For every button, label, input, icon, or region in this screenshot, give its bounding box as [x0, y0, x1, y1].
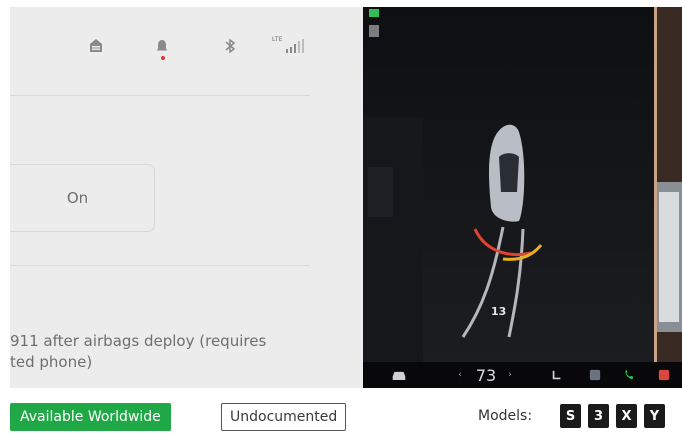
camera-scene: [363, 7, 682, 362]
settings-panel: LTE On 911 after airbags deploy (require…: [10, 7, 363, 388]
car-icon[interactable]: [389, 366, 409, 384]
distance-label: 13: [491, 305, 507, 318]
app-icon[interactable]: [587, 366, 603, 384]
model-chip-3[interactable]: 3: [588, 404, 609, 428]
home-icon[interactable]: [85, 35, 107, 57]
lte-signal-icon: LTE: [272, 35, 310, 57]
description-line: 911 after airbags deploy (requires: [10, 332, 267, 350]
model-chip-y[interactable]: Y: [644, 404, 665, 428]
description-line: ted phone): [10, 353, 93, 371]
model-chip-s[interactable]: S: [560, 404, 581, 428]
on-toggle-button[interactable]: On: [10, 164, 155, 232]
seat-heater-icon[interactable]: [549, 366, 565, 384]
phone-icon[interactable]: [621, 366, 637, 384]
models-label: Models:: [478, 408, 533, 424]
speed-readout: 73: [475, 365, 497, 385]
bell-icon[interactable]: [151, 35, 173, 60]
notification-dot: [161, 56, 165, 60]
chevron-left-icon[interactable]: ‹: [455, 366, 465, 384]
bluetooth-icon[interactable]: [219, 35, 241, 57]
media-icon[interactable]: [656, 366, 672, 384]
chevron-right-icon[interactable]: ›: [505, 366, 515, 384]
setting-description: 911 after airbags deploy (requires ted p…: [10, 331, 350, 373]
documentation-badge: Undocumented: [221, 403, 347, 431]
model-chip-x[interactable]: X: [616, 404, 637, 428]
feature-footer: Available Worldwide Undocumented Models:…: [0, 393, 682, 433]
divider: [10, 95, 310, 96]
divider: [10, 265, 310, 266]
status-bar: LTE: [10, 35, 363, 65]
driving-visualization: 13 ‹ 73 ›: [363, 7, 682, 388]
vehicle-bottom-bar: ‹ 73 ›: [363, 362, 682, 388]
availability-badge: Available Worldwide: [10, 403, 171, 431]
